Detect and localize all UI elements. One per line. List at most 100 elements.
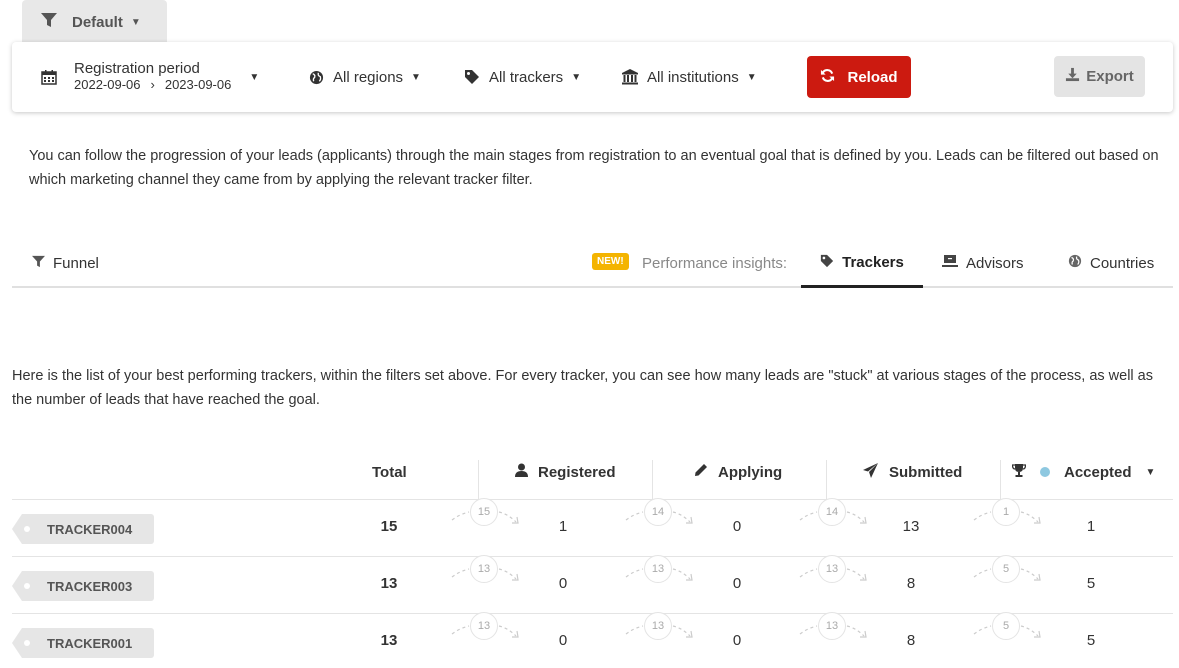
chevron-down-icon: ▼ xyxy=(249,71,260,83)
flow-count: 13 xyxy=(470,555,498,583)
applying-value: 0 xyxy=(732,518,742,535)
flow-indicator: 5 xyxy=(964,555,1054,587)
table-row: TRACKER001 13 13 0 13 0 13 8 5 5 xyxy=(12,612,1173,668)
globe-icon xyxy=(307,68,325,86)
column-divider xyxy=(1000,460,1001,500)
flow-indicator: 14 xyxy=(616,498,706,530)
tag-point xyxy=(12,571,22,601)
flow-count: 5 xyxy=(992,612,1020,640)
tab-countries[interactable]: Countries xyxy=(1068,240,1154,286)
tag-hole xyxy=(24,583,30,589)
column-accepted[interactable]: Accepted ▼ xyxy=(1011,452,1155,492)
table-header: Total Registered Applying Submitted Acce… xyxy=(12,452,1173,500)
column-registered-label: Registered xyxy=(538,463,616,481)
total-value: 13 xyxy=(380,575,398,592)
institution-icon xyxy=(621,68,639,86)
column-total-label: Total xyxy=(372,463,407,481)
filter-icon xyxy=(40,11,58,33)
refresh-icon xyxy=(820,68,835,87)
chevron-down-icon: ▼ xyxy=(746,71,757,83)
globe-icon xyxy=(1068,254,1082,272)
column-submitted: Submitted xyxy=(863,452,962,492)
column-divider xyxy=(826,460,827,500)
registered-value: 0 xyxy=(558,632,568,649)
tag-point xyxy=(12,514,22,544)
tracker-tag[interactable]: TRACKER004 xyxy=(12,514,154,544)
flow-indicator: 1 xyxy=(964,498,1054,530)
flow-indicator: 13 xyxy=(790,612,880,644)
column-divider xyxy=(652,460,653,500)
tracker-name: TRACKER004 xyxy=(47,521,133,537)
total-value: 13 xyxy=(380,632,398,649)
total-value: 15 xyxy=(380,518,398,535)
column-registered: Registered xyxy=(515,452,616,492)
paper-plane-icon xyxy=(863,462,879,482)
tab-trackers-label: Trackers xyxy=(842,254,904,271)
tracker-name: TRACKER003 xyxy=(47,578,133,594)
flow-indicator: 13 xyxy=(616,555,706,587)
chevron-down-icon: ▼ xyxy=(130,16,141,28)
export-button[interactable]: Export xyxy=(1054,56,1145,97)
pencil-icon xyxy=(694,463,708,481)
submitted-value: 13 xyxy=(902,518,920,535)
table-body: TRACKER004 15 15 1 14 0 14 13 1 1 TRACKE… xyxy=(12,498,1173,668)
export-label: Export xyxy=(1086,68,1134,85)
period-dates: 2022-09-06 › 2023-09-06 xyxy=(74,77,231,93)
tag-hole xyxy=(24,526,30,532)
reload-button[interactable]: Reload xyxy=(807,56,911,98)
flow-indicator: 15 xyxy=(442,498,532,530)
tracker-tag[interactable]: TRACKER001 xyxy=(12,628,154,658)
column-applying-label: Applying xyxy=(718,463,783,481)
download-icon xyxy=(1065,67,1080,86)
flow-count: 13 xyxy=(644,555,672,583)
new-badge: NEW! xyxy=(592,253,629,270)
tab-advisors[interactable]: Advisors xyxy=(942,240,1024,286)
flow-count: 14 xyxy=(818,498,846,526)
flow-indicator: 13 xyxy=(616,612,706,644)
tracker-tag[interactable]: TRACKER003 xyxy=(12,571,154,601)
tracker-name: TRACKER001 xyxy=(47,635,133,651)
calendar-icon xyxy=(40,68,58,86)
tab-trackers[interactable]: Trackers xyxy=(801,240,923,288)
accepted-value: 5 xyxy=(1086,632,1096,649)
tab-advisors-label: Advisors xyxy=(966,254,1024,272)
chevron-down-icon: ▼ xyxy=(411,71,421,83)
institutions-label: All institutions xyxy=(647,68,739,86)
accepted-value: 5 xyxy=(1086,575,1096,592)
submitted-value: 8 xyxy=(906,575,916,592)
preset-label: Default xyxy=(72,13,123,31)
period-end: 2023-09-06 xyxy=(164,77,232,92)
institutions-filter[interactable]: All institutions ▼ xyxy=(621,42,757,112)
registration-period-filter[interactable]: Registration period 2022-09-06 › 2023-09-0… xyxy=(40,42,259,112)
trackers-table: Total Registered Applying Submitted Acce… xyxy=(12,452,1173,668)
preset-selector[interactable]: Default ▼ xyxy=(22,0,167,44)
flow-count: 5 xyxy=(992,555,1020,583)
user-icon xyxy=(515,463,528,481)
tag-point xyxy=(12,628,22,658)
regions-filter[interactable]: All regions ▼ xyxy=(307,42,421,112)
trophy-icon xyxy=(1011,463,1027,481)
tag-hole xyxy=(24,640,30,646)
flow-count: 1 xyxy=(992,498,1020,526)
tag-icon xyxy=(820,254,834,272)
flow-count: 15 xyxy=(470,498,498,526)
regions-label: All regions xyxy=(333,68,404,86)
accepted-value: 1 xyxy=(1086,518,1096,535)
column-submitted-label: Submitted xyxy=(889,463,963,481)
tab-funnel[interactable]: Funnel xyxy=(32,240,99,286)
accepted-status-dot xyxy=(1040,467,1050,477)
flow-indicator: 13 xyxy=(442,612,532,644)
column-applying: Applying xyxy=(694,452,782,492)
performance-insights-label: Performance insights: xyxy=(642,254,788,272)
tag-icon xyxy=(463,68,481,86)
table-row: TRACKER004 15 15 1 14 0 14 13 1 1 xyxy=(12,498,1173,557)
applying-value: 0 xyxy=(732,575,742,592)
period-title: Registration period xyxy=(74,60,200,77)
intro-text: You can follow the progression of your l… xyxy=(29,148,1159,188)
flow-count: 13 xyxy=(470,612,498,640)
tab-countries-label: Countries xyxy=(1090,254,1155,272)
flow-count: 14 xyxy=(644,498,672,526)
trackers-filter[interactable]: All trackers ▼ xyxy=(463,42,581,112)
flow-indicator: 5 xyxy=(964,612,1054,644)
flow-count: 13 xyxy=(818,612,846,640)
